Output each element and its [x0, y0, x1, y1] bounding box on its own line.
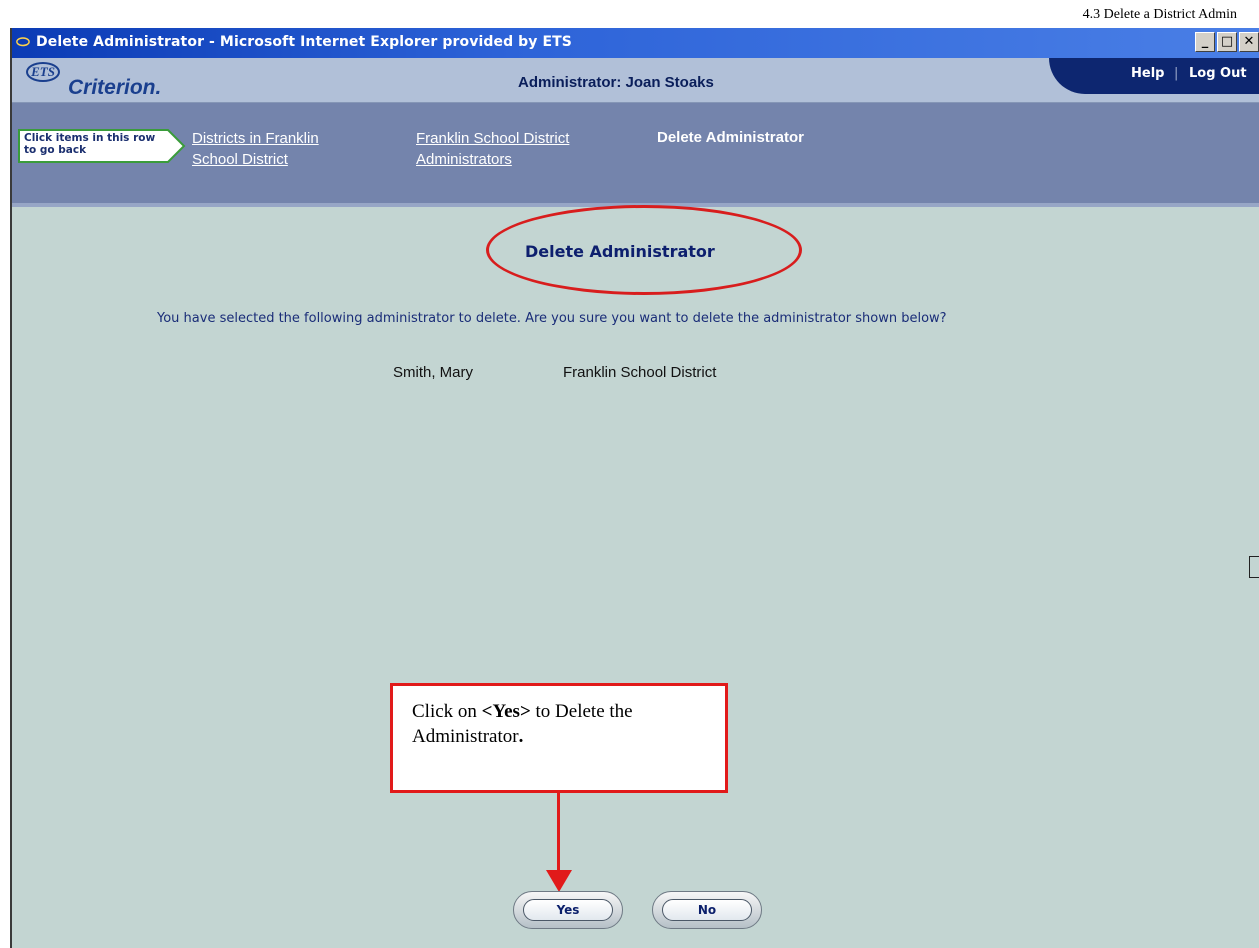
callout-text-prefix: Click on: [412, 701, 482, 722]
no-button-label: No: [662, 899, 752, 921]
window-title: Delete Administrator - Microsoft Interne…: [36, 34, 572, 50]
instruction-callout: Click on <Yes> to Delete the Administrat…: [390, 683, 728, 793]
page-title: Delete Administrator: [525, 242, 715, 261]
callout-text-end: .: [518, 726, 524, 747]
yes-button-label: Yes: [523, 899, 613, 921]
help-link[interactable]: Help: [1131, 66, 1164, 81]
close-icon[interactable]: ✕: [1239, 32, 1259, 52]
minimize-icon[interactable]: _: [1195, 32, 1215, 52]
back-hint-text: Click items in this row to go back: [24, 132, 156, 156]
ets-logo-mark: ETS: [26, 62, 60, 82]
link-separator: |: [1174, 66, 1179, 81]
back-hint-tag: Click items in this row to go back: [18, 129, 186, 163]
selected-admin-district: Franklin School District: [563, 364, 717, 381]
breadcrumb-districts-link[interactable]: Districts in Franklin School District: [192, 128, 362, 170]
callout-arrow-icon: [546, 870, 572, 892]
breadcrumb-current: Delete Administrator: [657, 129, 804, 146]
browser-window: ⬭ Delete Administrator - Microsoft Inter…: [10, 28, 1259, 948]
maximize-icon[interactable]: □: [1217, 32, 1237, 52]
logout-link[interactable]: Log Out: [1189, 66, 1247, 81]
help-logout-tab: Help | Log Out: [1049, 58, 1259, 94]
breadcrumb-administrators-link[interactable]: Franklin School District Administrators: [416, 128, 586, 170]
callout-text-strong: <Yes>: [481, 701, 531, 722]
yes-button[interactable]: Yes: [513, 891, 623, 929]
internet-explorer-icon: ⬭: [16, 32, 30, 51]
administrator-title: Administrator: Joan Stoaks: [518, 74, 714, 91]
breadcrumb: Click items in this row to go back Distr…: [12, 103, 1259, 203]
window-controls: _ □ ✕: [1195, 32, 1259, 52]
app-header: ETS Criterion. Administrator: Joan Stoak…: [12, 58, 1259, 103]
confirmation-message: You have selected the following administ…: [157, 311, 947, 326]
criterion-logo-text: Criterion.: [68, 76, 162, 99]
callout-arrow-line: [557, 793, 560, 873]
document-section-label: 4.3 Delete a District Admin: [1082, 7, 1237, 22]
selected-admin-name: Smith, Mary: [393, 364, 474, 381]
title-bar: ⬭ Delete Administrator - Microsoft Inter…: [12, 28, 1259, 58]
mouse-cursor-icon: [1249, 556, 1259, 578]
no-button[interactable]: No: [652, 891, 762, 929]
